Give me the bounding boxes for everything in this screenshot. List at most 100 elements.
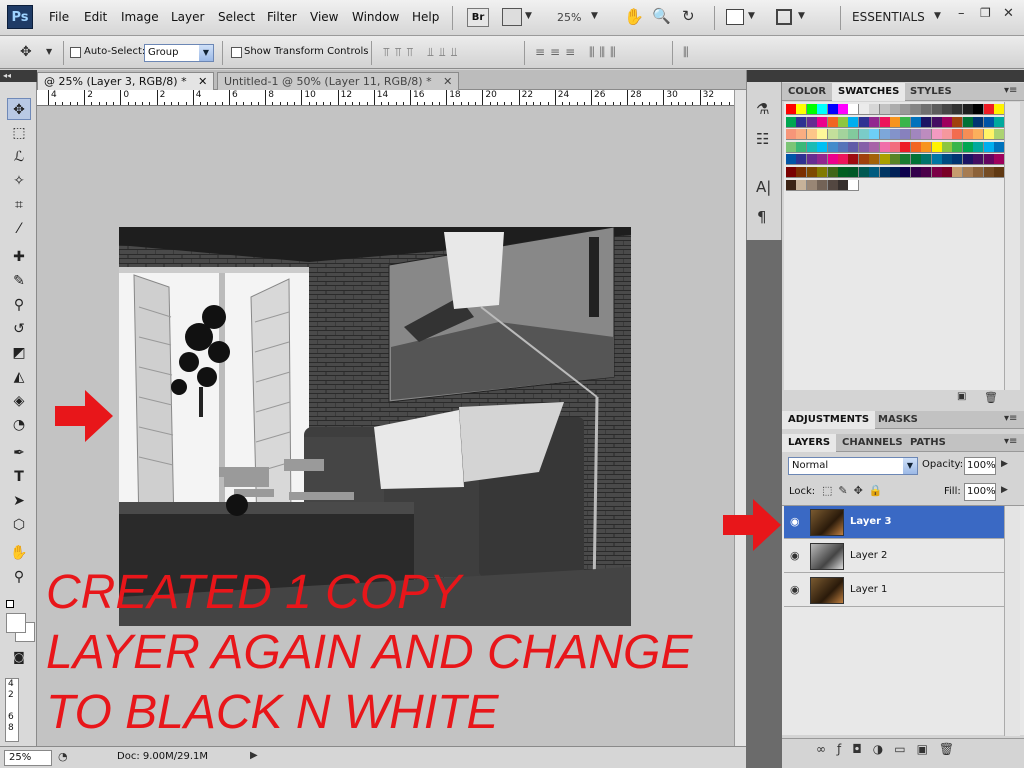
chevron-down-icon[interactable]: ▼: [798, 11, 805, 21]
color-swatch[interactable]: [931, 116, 943, 128]
color-swatch[interactable]: [786, 179, 797, 191]
color-swatch[interactable]: [869, 167, 881, 178]
color-swatch[interactable]: [848, 129, 860, 141]
path-select-icon[interactable]: ➤: [7, 490, 31, 512]
color-swatch[interactable]: [962, 116, 974, 128]
color-swatch[interactable]: [796, 116, 808, 128]
color-swatch[interactable]: [921, 129, 933, 141]
collapse-icon[interactable]: ◂◂: [0, 70, 37, 82]
paragraph-icon[interactable]: ¶: [757, 208, 767, 226]
menu-filter[interactable]: Filter: [267, 10, 297, 24]
color-swatch[interactable]: [942, 104, 953, 115]
zoom-level[interactable]: 25%: [557, 11, 581, 24]
tab-layers[interactable]: LAYERS: [782, 434, 837, 452]
foreground-color-swatch[interactable]: [6, 613, 26, 633]
color-swatch[interactable]: [869, 154, 881, 166]
color-swatch[interactable]: [838, 167, 849, 178]
color-swatch[interactable]: [879, 104, 891, 115]
layers-scrollbar[interactable]: [1004, 506, 1020, 736]
tab-paths[interactable]: PATHS: [904, 434, 952, 452]
history-brush-icon[interactable]: ↺: [7, 318, 31, 340]
swatch-scrollbar[interactable]: [1004, 102, 1020, 390]
color-swatch[interactable]: [869, 104, 881, 115]
color-swatch[interactable]: [962, 104, 974, 115]
fx-icon[interactable]: ƒ: [837, 742, 852, 756]
color-swatch[interactable]: [952, 167, 964, 178]
trash-icon[interactable]: 🗑: [939, 742, 965, 756]
hand-icon[interactable]: ✋: [624, 7, 644, 26]
mask-icon[interactable]: ◘: [852, 742, 873, 756]
color-swatch[interactable]: [890, 116, 901, 128]
tab-adjustments[interactable]: ADJUSTMENTS: [782, 411, 876, 429]
screen-mode-icon[interactable]: [776, 9, 792, 25]
color-swatch[interactable]: [879, 167, 891, 178]
close-icon[interactable]: ✕: [1003, 6, 1014, 21]
color-swatch[interactable]: [973, 116, 985, 128]
color-swatch[interactable]: [786, 141, 797, 153]
color-swatch[interactable]: [879, 154, 891, 166]
eye-icon[interactable]: ◉: [790, 515, 800, 528]
history-icon[interactable]: ⚗: [756, 100, 769, 118]
restore-icon[interactable]: ❐: [980, 6, 991, 20]
color-swatch[interactable]: [952, 154, 964, 166]
color-swatch[interactable]: [858, 141, 870, 153]
adjustment-icon[interactable]: ◑: [873, 742, 894, 756]
color-swatch[interactable]: [942, 116, 953, 128]
color-swatch[interactable]: [962, 141, 974, 153]
color-swatch[interactable]: [890, 129, 901, 141]
status-zoom-field[interactable]: 25%: [4, 750, 52, 766]
color-swatch[interactable]: [806, 167, 818, 178]
auto-select-checkbox[interactable]: [70, 47, 81, 58]
color-swatch[interactable]: [890, 154, 901, 166]
menu-file[interactable]: File: [49, 10, 69, 24]
auto-select-dropdown[interactable]: Group ▼: [144, 44, 214, 62]
color-swatch[interactable]: [879, 141, 891, 153]
play-icon[interactable]: ▶: [1001, 485, 1008, 495]
color-swatch[interactable]: [838, 154, 849, 166]
color-swatch[interactable]: [858, 116, 870, 128]
quick-mask-icon[interactable]: ◙: [7, 646, 31, 668]
color-swatch[interactable]: [817, 167, 829, 178]
default-colors-icon[interactable]: [6, 600, 14, 608]
color-swatch[interactable]: [817, 179, 829, 191]
bridge-button[interactable]: Br: [467, 8, 489, 27]
color-swatch[interactable]: [806, 141, 818, 153]
chevron-down-icon[interactable]: ▼: [525, 11, 532, 21]
panel-menu-icon[interactable]: ▾≡: [1004, 85, 1017, 96]
color-swatch[interactable]: [983, 129, 995, 141]
color-swatch[interactable]: [796, 104, 808, 115]
color-swatch[interactable]: [973, 104, 985, 115]
paint-bucket-icon[interactable]: ◭: [7, 366, 31, 388]
chevron-down-icon[interactable]: ▼: [748, 11, 755, 21]
color-swatch[interactable]: [786, 104, 797, 115]
color-swatch[interactable]: [848, 141, 860, 153]
color-swatch[interactable]: [983, 116, 995, 128]
menu-select[interactable]: Select: [218, 10, 255, 24]
color-swatch[interactable]: [858, 167, 870, 178]
magic-wand-icon[interactable]: ✧: [7, 170, 31, 192]
color-swatch[interactable]: [952, 129, 964, 141]
color-swatch[interactable]: [869, 129, 881, 141]
distribute-buttons-icon[interactable]: ≡≡≡ ⫼⫼⫼: [535, 45, 621, 60]
color-swatch[interactable]: [869, 116, 881, 128]
color-swatch[interactable]: [838, 116, 849, 128]
vertical-scrollbar[interactable]: [734, 90, 746, 746]
tab-channels[interactable]: CHANNELS: [836, 434, 909, 452]
dodge-tool-icon[interactable]: ◔: [7, 414, 31, 436]
color-swatch[interactable]: [962, 167, 974, 178]
color-swatch[interactable]: [900, 141, 912, 153]
screen-mode-icon[interactable]: [502, 8, 522, 26]
color-swatch[interactable]: [796, 141, 808, 153]
clone-stamp-icon[interactable]: ⚲: [7, 294, 31, 316]
color-swatch[interactable]: [806, 154, 818, 166]
color-swatch[interactable]: [806, 104, 818, 115]
color-swatch[interactable]: [796, 154, 808, 166]
blend-mode-dropdown[interactable]: Normal ▼: [788, 457, 918, 475]
move-tool-icon[interactable]: ✥: [7, 98, 31, 120]
color-swatch[interactable]: [817, 141, 829, 153]
status-info-icon[interactable]: ◔: [58, 750, 68, 763]
color-swatch[interactable]: [827, 141, 839, 153]
tab-color[interactable]: COLOR: [782, 83, 832, 101]
layer-actions-toolbar[interactable]: ∞ƒ◘◑▭▣🗑: [782, 738, 1024, 760]
layer-row[interactable]: ◉ Layer 3: [784, 506, 1004, 539]
